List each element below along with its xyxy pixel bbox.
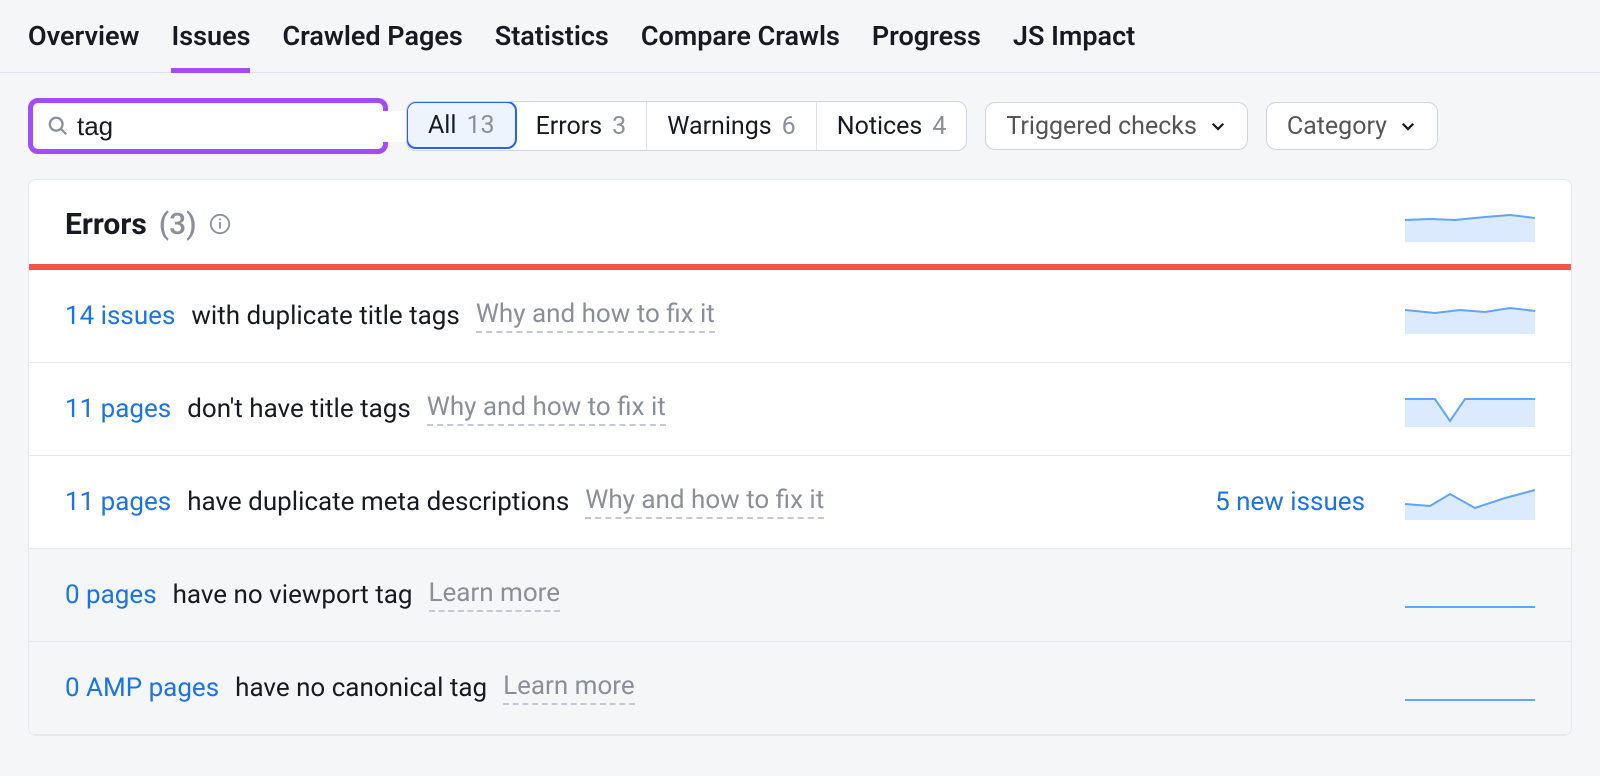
errors-header: Errors (3) bbox=[29, 180, 1571, 270]
issue-link[interactable]: 0 pages bbox=[65, 580, 157, 610]
tab-js-impact[interactable]: JS Impact bbox=[1013, 20, 1135, 72]
issue-text: have duplicate meta descriptions bbox=[187, 487, 569, 517]
sparkline bbox=[1405, 670, 1535, 706]
filter-errors[interactable]: Errors 3 bbox=[516, 102, 648, 150]
tabs: Overview Issues Crawled Pages Statistics Com… bbox=[0, 0, 1600, 73]
issue-link[interactable]: 14 issues bbox=[65, 301, 175, 331]
issue-text: don't have title tags bbox=[187, 394, 411, 424]
issue-text: have no canonical tag bbox=[235, 673, 487, 703]
category-dropdown[interactable]: Category bbox=[1266, 102, 1438, 150]
tab-compare-crawls[interactable]: Compare Crawls bbox=[641, 20, 840, 72]
section-title: Errors bbox=[65, 207, 147, 242]
filter-count: 6 bbox=[782, 112, 796, 141]
issue-link[interactable]: 11 pages bbox=[65, 394, 171, 424]
dropdown-label: Category bbox=[1287, 112, 1387, 141]
sparkline bbox=[1405, 577, 1535, 613]
filter-segments: All 13 Errors 3 Warnings 6 Notices 4 bbox=[406, 101, 967, 151]
sparkline bbox=[1405, 206, 1535, 242]
issue-help-link[interactable]: Learn more bbox=[503, 671, 635, 705]
issue-row[interactable]: 11 pages don't have title tags Why and ho… bbox=[29, 363, 1571, 456]
info-icon[interactable] bbox=[209, 213, 231, 235]
issue-help-link[interactable]: Why and how to fix it bbox=[476, 299, 715, 333]
filter-label: Notices bbox=[837, 112, 923, 141]
search-input[interactable] bbox=[69, 111, 420, 142]
search-icon bbox=[47, 115, 69, 137]
issue-help-link[interactable]: Why and how to fix it bbox=[427, 392, 666, 426]
sparkline bbox=[1405, 391, 1535, 427]
issue-text: have no viewport tag bbox=[173, 580, 413, 610]
issue-row[interactable]: 11 pages have duplicate meta description… bbox=[29, 456, 1571, 549]
filter-count: 3 bbox=[612, 112, 626, 141]
issue-text: with duplicate title tags bbox=[191, 301, 459, 331]
triggered-checks-dropdown[interactable]: Triggered checks bbox=[985, 102, 1247, 150]
dropdown-label: Triggered checks bbox=[1006, 112, 1196, 141]
chevron-down-icon bbox=[1209, 117, 1227, 135]
tab-crawled-pages[interactable]: Crawled Pages bbox=[282, 20, 462, 72]
filter-count: 4 bbox=[932, 112, 946, 141]
filter-warnings[interactable]: Warnings 6 bbox=[647, 102, 817, 150]
filter-label: Warnings bbox=[667, 112, 771, 141]
toolbar: All 13 Errors 3 Warnings 6 Notices 4 Triggered … bbox=[0, 73, 1600, 179]
sparkline bbox=[1405, 298, 1535, 334]
section-count: (3) bbox=[159, 207, 197, 242]
sparkline bbox=[1405, 484, 1535, 520]
search-field[interactable] bbox=[28, 98, 388, 154]
issue-help-link[interactable]: Learn more bbox=[429, 578, 561, 612]
filter-notices[interactable]: Notices 4 bbox=[817, 102, 967, 150]
tab-progress[interactable]: Progress bbox=[872, 20, 981, 72]
issue-link[interactable]: 11 pages bbox=[65, 487, 171, 517]
new-issues-badge[interactable]: 5 new issues bbox=[1215, 487, 1365, 517]
issue-row[interactable]: 0 AMP pages have no canonical tag Learn m… bbox=[29, 642, 1571, 735]
issue-link[interactable]: 0 AMP pages bbox=[65, 673, 219, 703]
issue-help-link[interactable]: Why and how to fix it bbox=[585, 485, 824, 519]
issue-row[interactable]: 0 pages have no viewport tag Learn more bbox=[29, 549, 1571, 642]
chevron-down-icon bbox=[1399, 117, 1417, 135]
errors-panel: Errors (3) 14 issues with duplicate titl… bbox=[28, 179, 1572, 736]
issue-row[interactable]: 14 issues with duplicate title tags Why a… bbox=[29, 270, 1571, 363]
filter-label: Errors bbox=[536, 112, 603, 141]
filter-all[interactable]: All 13 bbox=[406, 101, 517, 149]
filter-label: All bbox=[428, 111, 456, 140]
tab-issues[interactable]: Issues bbox=[171, 20, 250, 72]
tab-statistics[interactable]: Statistics bbox=[495, 20, 609, 72]
filter-count: 13 bbox=[466, 111, 494, 140]
tab-overview[interactable]: Overview bbox=[28, 20, 139, 72]
